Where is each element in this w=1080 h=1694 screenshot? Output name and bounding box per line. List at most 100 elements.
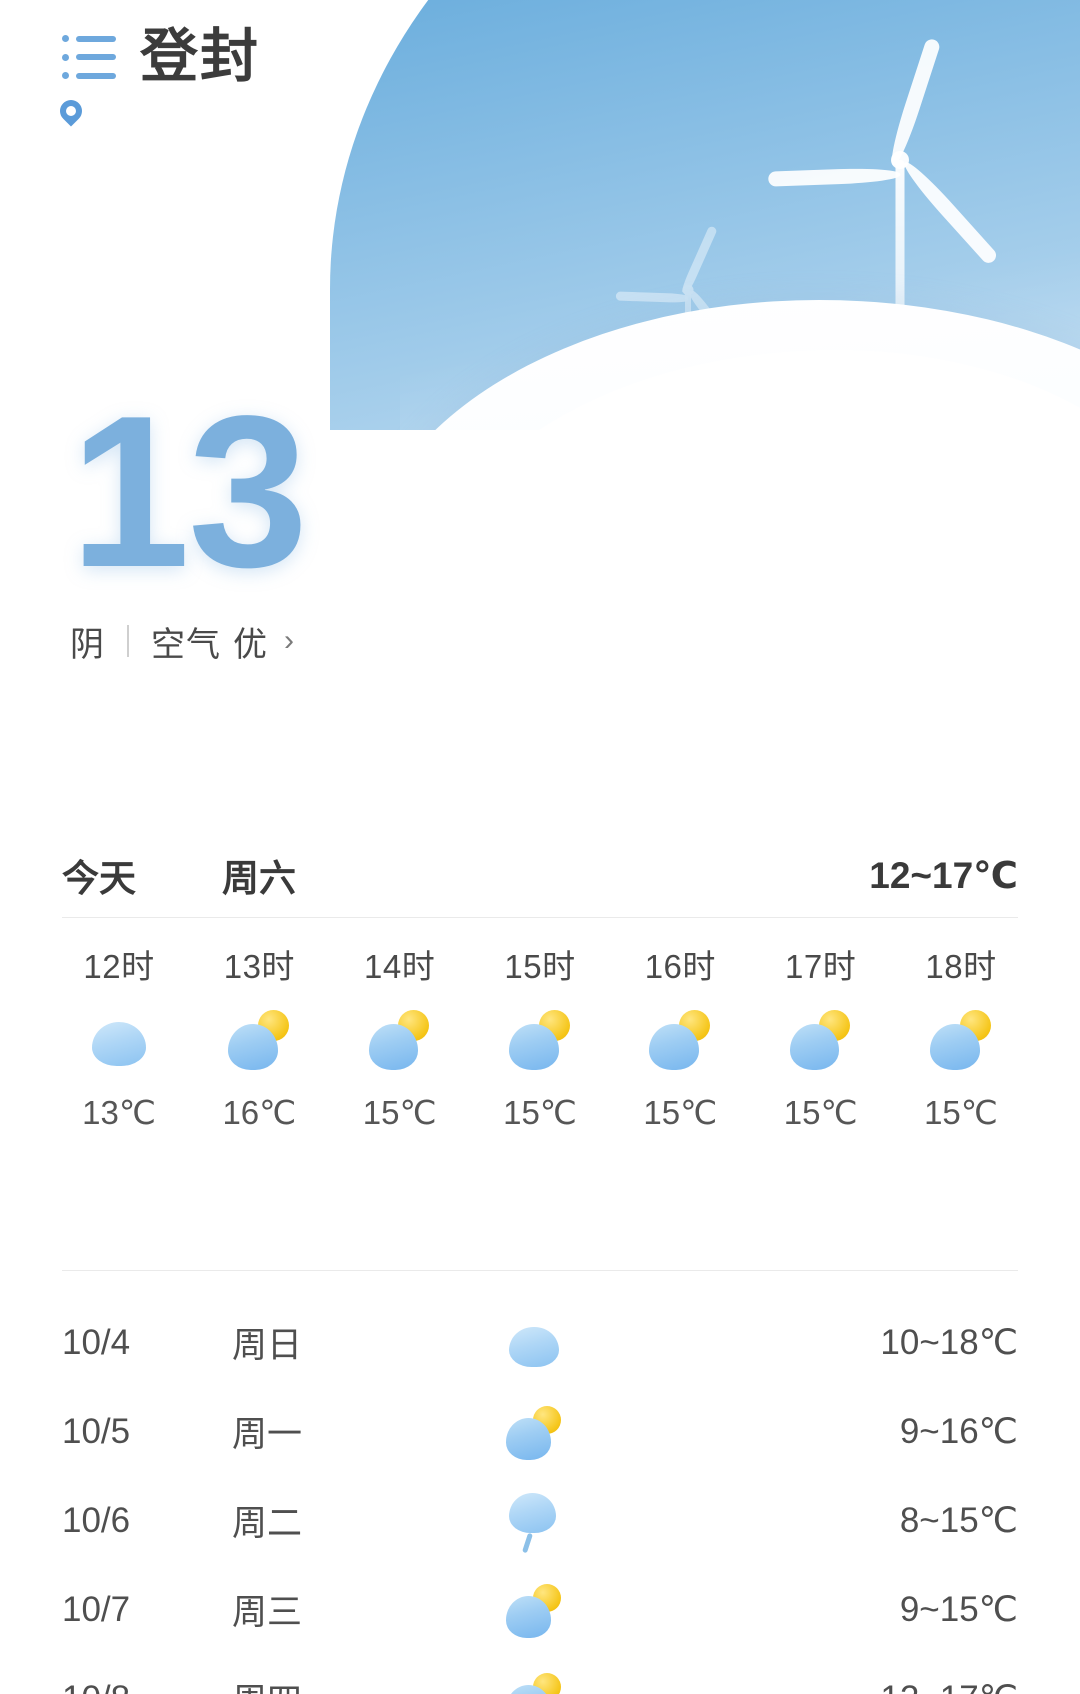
daily-temp-range: 10~18℃ (880, 1322, 1018, 1362)
hourly-icon-wrap (929, 1008, 992, 1075)
day-summary-row[interactable]: 今天 周六 12~17℃ (62, 848, 1018, 902)
hourly-time: 14时 (364, 948, 436, 985)
cloud-icon (91, 1021, 147, 1067)
wind-turbine-icon (768, 37, 1000, 410)
hourly-temp: 13℃ (82, 1094, 156, 1131)
turbine-blade (687, 289, 739, 352)
turbine-blade (768, 167, 901, 187)
hourly-forecast-strip[interactable]: 12时 13℃ 13时 16℃ 14时 15℃ 15时 15℃ 16时 15℃ 17时 15℃ 18时 1… (50, 940, 1030, 1132)
daily-row[interactable]: 10/6 周二 8~15℃ (62, 1476, 1018, 1565)
hourly-icon-wrap (88, 1008, 150, 1075)
sun-behind-cloud-icon (368, 1008, 431, 1070)
turbine-hub (682, 284, 693, 296)
rain-cloud-icon (506, 1492, 562, 1554)
city-name[interactable]: 登封 (140, 28, 260, 86)
daily-row[interactable]: 10/5 周一 9~16℃ (62, 1387, 1018, 1476)
hourly-item[interactable]: 15时 15℃ (471, 940, 609, 1132)
location-pin-shape (55, 95, 87, 127)
turbine-hub (891, 151, 909, 169)
list-icon[interactable] (62, 35, 118, 79)
sun-behind-cloud-icon (506, 1404, 562, 1460)
turbine-blade (899, 157, 1000, 266)
list-icon-bar (76, 54, 116, 60)
hourly-item[interactable]: 17时 15℃ (752, 940, 890, 1132)
hourly-item[interactable]: 14时 15℃ (331, 940, 469, 1132)
cloud-icon (509, 1492, 557, 1533)
daily-weekday: 周四 (232, 1673, 462, 1694)
cloud-icon (506, 1596, 551, 1638)
hourly-item[interactable]: 13时 16℃ (190, 940, 328, 1132)
hourly-item[interactable]: 18时 15℃ (892, 940, 1030, 1132)
sun-behind-cloud-icon (228, 1008, 290, 1070)
cloud-icon (929, 1024, 980, 1070)
hourly-icon-wrap (368, 1008, 431, 1075)
sky-haze (400, 0, 1080, 430)
sun-behind-cloud-icon (508, 1008, 571, 1070)
today-weekday: 周六 (222, 858, 296, 899)
daily-date: 10/4 (62, 1322, 131, 1362)
weather-app-screen: 登封 13 阴 空气 优 › 今天 周六 12~17℃ 12时 13℃ 13时 16℃… (0, 0, 1080, 1694)
list-icon-dot (62, 53, 69, 61)
daily-date: 10/5 (62, 1411, 131, 1451)
daily-temp-range: 8~15℃ (899, 1500, 1018, 1540)
hourly-temp: 15℃ (783, 1094, 858, 1131)
condition-line[interactable]: 阴 空气 优 › (70, 617, 306, 666)
daily-icon-wrap (462, 1315, 768, 1371)
hourly-time: 17时 (785, 948, 857, 985)
daily-forecast-list: 10/4 周日 10~18℃ 10/5 周一 9~16℃ 10/6 周二 8~15℃ 10/7 周三… (62, 1298, 1018, 1694)
sky-gradient (330, 0, 1080, 430)
daily-icon-wrap (462, 1404, 768, 1460)
daily-date: 10/8 (62, 1679, 232, 1694)
air-quality-value: 优 (233, 625, 268, 664)
wind-turbine-icon (615, 225, 739, 405)
hourly-temp: 15℃ (362, 1094, 437, 1131)
cloud-icon (228, 1024, 278, 1070)
hourly-temp: 16℃ (222, 1094, 297, 1131)
turbine-blade (615, 291, 688, 303)
hourly-icon-wrap (649, 1008, 711, 1075)
cloud-icon (508, 1024, 559, 1070)
hourly-temp: 15℃ (924, 1094, 998, 1131)
current-temperature: 13 (70, 370, 308, 612)
daily-weekday: 周日 (232, 1326, 303, 1365)
hourly-item[interactable]: 12时 13℃ (50, 940, 188, 1132)
location-pin-icon[interactable] (55, 95, 87, 127)
air-quality-label: 空气 (151, 625, 221, 664)
divider (62, 1270, 1018, 1271)
sun-behind-cloud-icon (789, 1008, 852, 1070)
cloud-icon (649, 1024, 699, 1070)
daily-row[interactable]: 10/4 周日 10~18℃ (62, 1298, 1018, 1387)
cloud-icon (789, 1024, 840, 1070)
sun-behind-cloud-icon (929, 1008, 992, 1070)
hourly-temp: 15℃ (503, 1094, 577, 1131)
hourly-time: 12时 (83, 948, 155, 985)
snow-hill-front (430, 350, 1080, 430)
condition-text: 阴 (70, 625, 105, 664)
list-icon-bar (76, 35, 116, 42)
sun-behind-cloud-icon (506, 1671, 562, 1694)
list-icon-bar (76, 72, 116, 79)
today-label: 今天 (62, 858, 136, 899)
hourly-temp: 15℃ (643, 1094, 718, 1131)
sun-behind-cloud-icon (506, 1582, 562, 1638)
raindrop-icon (522, 1532, 533, 1554)
daily-date: 10/6 (62, 1500, 131, 1540)
hourly-time: 16时 (644, 948, 716, 985)
cloud-icon (368, 1024, 419, 1070)
hourly-icon-wrap (228, 1008, 290, 1075)
daily-row[interactable]: 10/8周四 12~17℃ (62, 1654, 1018, 1694)
daily-temp-range: 9~15℃ (899, 1589, 1018, 1629)
hourly-time: 13时 (223, 948, 295, 985)
snow-hill (360, 300, 1080, 430)
chevron-right-icon[interactable]: › (284, 624, 295, 658)
turbine-blade (679, 225, 718, 295)
daily-icon-wrap (462, 1492, 768, 1554)
hourly-item[interactable]: 16时 15℃ (611, 940, 749, 1132)
cloudy-icon (506, 1315, 562, 1371)
list-icon-row (62, 35, 118, 42)
cloud-icon (506, 1418, 551, 1460)
daily-weekday: 周一 (232, 1415, 303, 1454)
daily-date: 10/7 (62, 1589, 131, 1629)
daily-row[interactable]: 10/7 周三 9~15℃ (62, 1565, 1018, 1654)
hourly-icon-wrap (508, 1008, 571, 1075)
